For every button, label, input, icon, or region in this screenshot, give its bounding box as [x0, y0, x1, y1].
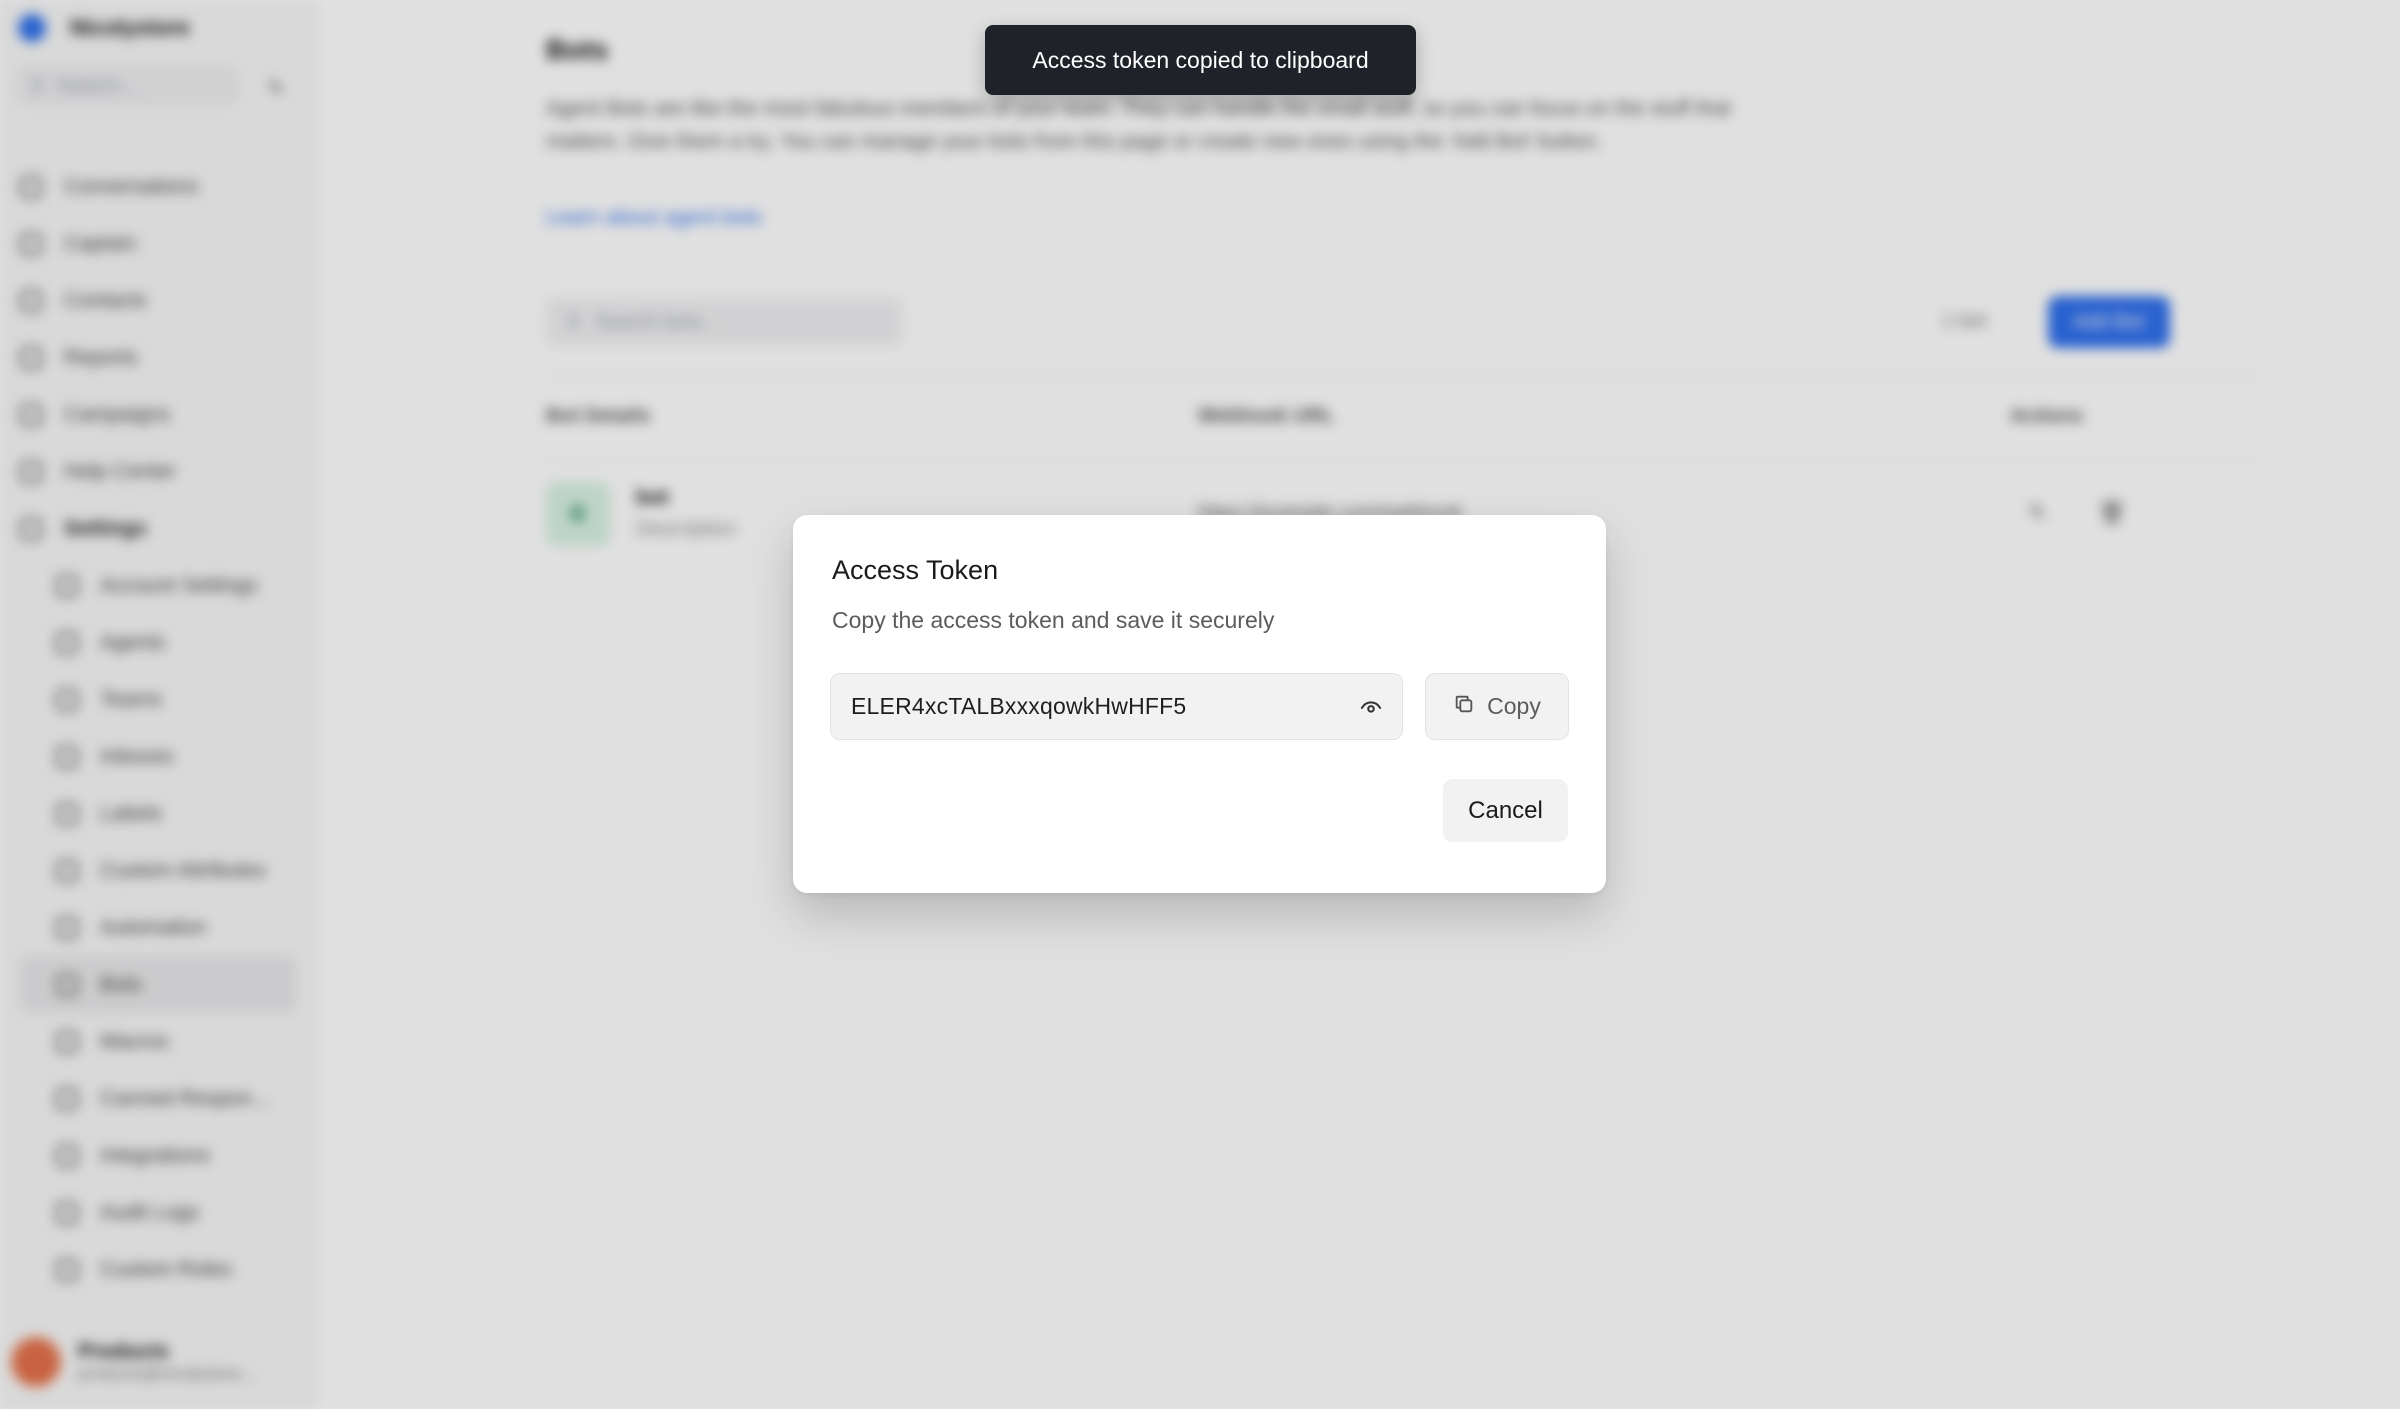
dialog-subtitle: Copy the access token and save it secure…	[832, 607, 1275, 633]
access-token-dialog: Access Token Copy the access token and s…	[793, 515, 1606, 893]
copy-button[interactable]: Copy	[1425, 673, 1569, 740]
toast-message: Access token copied to clipboard	[1032, 46, 1369, 73]
access-token-field[interactable]: ELER4xcTALBxxxqowkHwHFF5	[830, 673, 1403, 740]
toast-notification: Access token copied to clipboard	[985, 25, 1416, 95]
eye-icon[interactable]	[1358, 694, 1384, 720]
copy-button-label: Copy	[1487, 693, 1541, 719]
dialog-title: Access Token	[832, 555, 999, 585]
copy-icon	[1453, 693, 1475, 721]
cancel-button[interactable]: Cancel	[1443, 779, 1568, 842]
access-token-value: ELER4xcTALBxxxqowkHwHFF5	[851, 693, 1187, 719]
